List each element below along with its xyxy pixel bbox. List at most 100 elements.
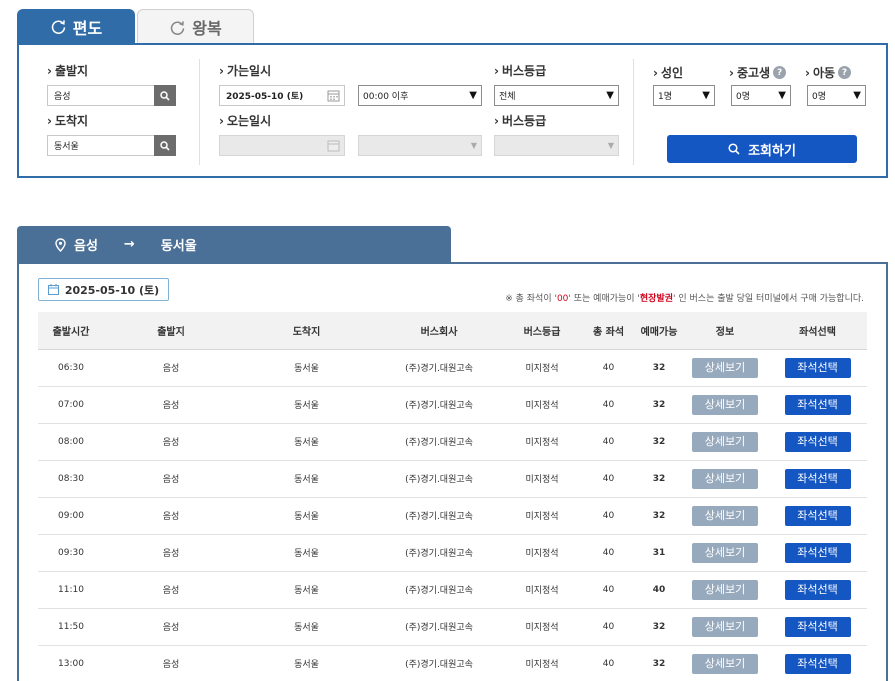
total-seats-cell: 40 <box>581 460 636 498</box>
detail-button[interactable]: 상세보기 <box>692 542 758 563</box>
seat-select-button[interactable]: 좌석선택 <box>784 653 851 674</box>
search-icon <box>728 143 740 155</box>
adult-select[interactable]: 1명 ▼ <box>653 85 715 106</box>
available-seats-cell: 40 <box>636 571 682 609</box>
seat-select-button[interactable]: 좌석선택 <box>784 357 851 378</box>
grade-cell: 미지정석 <box>503 460 581 498</box>
origin-input[interactable]: 음성 <box>47 85 155 106</box>
chevron-down-icon: ▼ <box>607 141 614 150</box>
seat-select-button[interactable]: 좌석선택 <box>784 616 851 637</box>
tab-roundtrip[interactable]: 왕복 <box>137 9 254 44</box>
lookup-button[interactable]: 조회하기 <box>667 135 857 163</box>
dest-cell: 동서울 <box>238 571 375 609</box>
seat-select-button[interactable]: 좌석선택 <box>784 579 851 600</box>
chevron-down-icon: ▼ <box>853 90 861 101</box>
seat-select-button[interactable]: 좌석선택 <box>784 542 851 563</box>
column-header: 출발지 <box>104 312 238 350</box>
origin-search-button[interactable] <box>154 85 176 106</box>
depart-date-input[interactable]: 2025-05-10 (토) <box>219 85 345 106</box>
company-cell: (주)경기.대원고속 <box>375 608 503 646</box>
refresh-icon <box>51 20 65 34</box>
total-seats-cell: 40 <box>581 534 636 572</box>
chevron-down-icon: ▼ <box>778 90 786 101</box>
depart-time-value: 00:00 이후 <box>363 92 409 102</box>
seat-cell: 좌석선택 <box>768 571 867 609</box>
departure-time: 11:50 <box>38 608 104 646</box>
grade-cell: 미지정석 <box>503 534 581 572</box>
total-seats-cell: 40 <box>581 497 636 535</box>
departure-time: 07:00 <box>38 386 104 424</box>
detail-button[interactable]: 상세보기 <box>692 616 758 637</box>
student-select[interactable]: 0명 ▼ <box>731 85 791 106</box>
table-row: 11:10 음성 동서울 (주)경기.대원고속 미지정석 40 40 상세보기 좌석선택 <box>38 571 867 609</box>
seat-cell: 좌석선택 <box>768 608 867 646</box>
depart-date-label: › 가는일시 <box>219 63 272 79</box>
grade-cell: 미지정석 <box>503 349 581 387</box>
child-value: 0명 <box>812 92 827 102</box>
available-seats-cell: 31 <box>636 534 682 572</box>
return-date-label: › 오는일시 <box>219 113 272 129</box>
detail-button[interactable]: 상세보기 <box>692 357 758 378</box>
divider <box>199 59 200 165</box>
return-time-select[interactable]: ▼ <box>358 135 482 156</box>
dest-cell: 동서울 <box>238 349 375 387</box>
company-cell: (주)경기.대원고속 <box>375 534 503 572</box>
results-date-badge: 2025-05-10 (토) <box>38 278 169 301</box>
dest-search-button[interactable] <box>154 135 176 156</box>
tab-oneway[interactable]: 편도 <box>17 9 135 44</box>
bus-grade-value: 전체 <box>499 92 516 102</box>
chevron-down-icon: ▼ <box>702 90 710 101</box>
company-cell: (주)경기.대원고속 <box>375 571 503 609</box>
total-seats-cell: 40 <box>581 349 636 387</box>
adult-label: › 성인 <box>653 65 684 81</box>
detail-button[interactable]: 상세보기 <box>692 431 758 452</box>
seat-select-button[interactable]: 좌석선택 <box>784 431 851 452</box>
route-header: 음성 → 동서울 <box>17 226 451 263</box>
available-seats-cell: 32 <box>636 497 682 535</box>
seat-select-button[interactable]: 좌석선택 <box>784 505 851 526</box>
help-icon[interactable]: ? <box>838 66 852 79</box>
table-row: 13:00 음성 동서울 (주)경기.대원고속 미지정석 40 32 상세보기 좌석선택 <box>38 645 867 681</box>
return-bus-grade-select[interactable]: ▼ <box>494 135 619 156</box>
help-icon[interactable]: ? <box>773 66 787 79</box>
origin-cell: 음성 <box>104 645 238 681</box>
info-cell: 상세보기 <box>682 645 768 681</box>
seat-select-button[interactable]: 좌석선택 <box>784 468 851 489</box>
results-date: 2025-05-10 (토) <box>64 283 160 297</box>
dest-input[interactable]: 동서울 <box>47 135 155 156</box>
column-header: 버스회사 <box>375 312 503 350</box>
bus-grade-label: › 버스등급 <box>494 63 547 79</box>
available-seats-cell: 32 <box>636 386 682 424</box>
seat-cell: 좌석선택 <box>768 386 867 424</box>
company-cell: (주)경기.대원고속 <box>375 645 503 681</box>
table-row: 09:30 음성 동서울 (주)경기.대원고속 미지정석 40 31 상세보기 좌석선택 <box>38 534 867 572</box>
info-cell: 상세보기 <box>682 534 768 572</box>
available-seats-cell: 32 <box>636 349 682 387</box>
seat-select-button[interactable]: 좌석선택 <box>784 394 851 415</box>
student-value: 0명 <box>736 92 751 102</box>
grade-cell: 미지정석 <box>503 571 581 609</box>
detail-button[interactable]: 상세보기 <box>692 468 758 489</box>
total-seats-cell: 40 <box>581 645 636 681</box>
detail-button[interactable]: 상세보기 <box>692 505 758 526</box>
table-row: 06:30 음성 동서울 (주)경기.대원고속 미지정석 40 32 상세보기 좌석선택 <box>38 349 867 387</box>
child-select[interactable]: 0명 ▼ <box>807 85 866 106</box>
dest-cell: 동서울 <box>238 423 375 461</box>
departure-time: 13:00 <box>38 645 104 681</box>
origin-label: › 출발지 <box>47 63 89 79</box>
detail-button[interactable]: 상세보기 <box>692 653 758 674</box>
departure-time: 08:30 <box>38 460 104 498</box>
location-pin-icon <box>55 237 66 252</box>
detail-button[interactable]: 상세보기 <box>692 394 758 415</box>
origin-cell: 음성 <box>104 460 238 498</box>
dest-cell: 동서울 <box>238 497 375 535</box>
depart-date-value: 2025-05-10 (토) <box>226 92 304 102</box>
bus-grade-select[interactable]: 전체 ▼ <box>494 85 619 106</box>
child-label: › 아동? <box>805 64 852 81</box>
return-date-input[interactable] <box>219 135 345 156</box>
depart-time-select[interactable]: 00:00 이후 ▼ <box>358 85 482 106</box>
detail-button[interactable]: 상세보기 <box>692 579 758 600</box>
calendar-icon[interactable] <box>327 89 340 102</box>
dest-cell: 동서울 <box>238 386 375 424</box>
available-seats-cell: 32 <box>636 460 682 498</box>
